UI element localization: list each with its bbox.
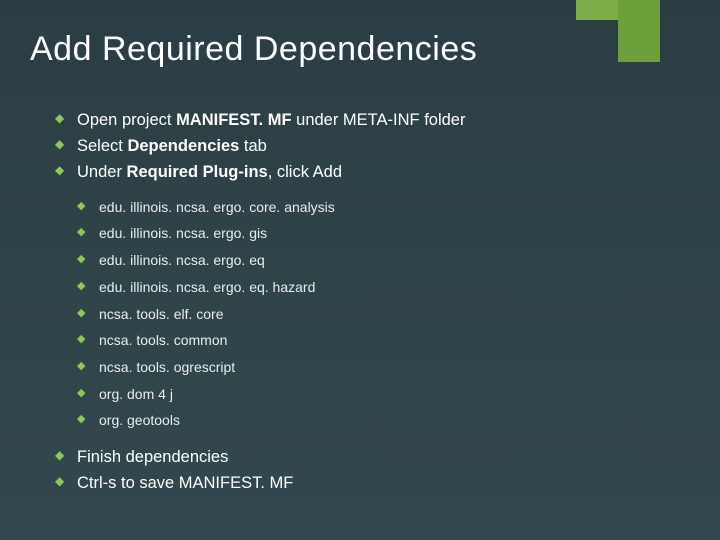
- sub-bullet-item: ncsa. tools. common: [77, 330, 690, 352]
- sub-bullet-item: edu. illinois. ncsa. ergo. eq: [77, 250, 690, 272]
- bullet-bold: Required Plug-ins: [127, 163, 268, 181]
- bullet-text: Under: [77, 163, 127, 181]
- accent-decoration: [618, 0, 660, 62]
- main-bullet-list: Open project MANIFEST. MF under META-INF…: [55, 109, 690, 496]
- slide-content: Open project MANIFEST. MF under META-INF…: [0, 69, 720, 496]
- bullet-text: , click Add: [268, 163, 342, 181]
- sub-bullet-item: ncsa. tools. elf. core: [77, 304, 690, 326]
- sub-bullet-item: edu. illinois. ncsa. ergo. gis: [77, 223, 690, 245]
- bullet-item: Ctrl-s to save MANIFEST. MF: [55, 472, 690, 496]
- sub-bullet-list: edu. illinois. ncsa. ergo. core. analysi…: [77, 197, 690, 432]
- bullet-bold: Dependencies: [127, 137, 243, 155]
- sub-bullet-item: ncsa. tools. ogrescript: [77, 357, 690, 379]
- bullet-item: Under Required Plug-ins, click Add edu. …: [55, 161, 690, 432]
- bullet-text: Select: [77, 137, 127, 155]
- sub-bullet-item: edu. illinois. ncsa. ergo. eq. hazard: [77, 277, 690, 299]
- sub-bullet-item: org. geotools: [77, 410, 690, 432]
- bullet-text: under META-INF folder: [296, 111, 465, 129]
- bullet-text: Open project: [77, 111, 176, 129]
- bullet-text: Finish dependencies: [77, 448, 228, 466]
- sub-bullet-item: edu. illinois. ncsa. ergo. core. analysi…: [77, 197, 690, 219]
- sub-bullet-item: org. dom 4 j: [77, 384, 690, 406]
- bullet-text: Ctrl-s to save MANIFEST. MF: [77, 474, 293, 492]
- bullet-bold: MANIFEST. MF: [176, 111, 296, 129]
- bullet-text: tab: [244, 137, 267, 155]
- bullet-item: Open project MANIFEST. MF under META-INF…: [55, 109, 690, 133]
- bullet-item: Select Dependencies tab: [55, 135, 690, 159]
- bullet-item: Finish dependencies: [55, 446, 690, 470]
